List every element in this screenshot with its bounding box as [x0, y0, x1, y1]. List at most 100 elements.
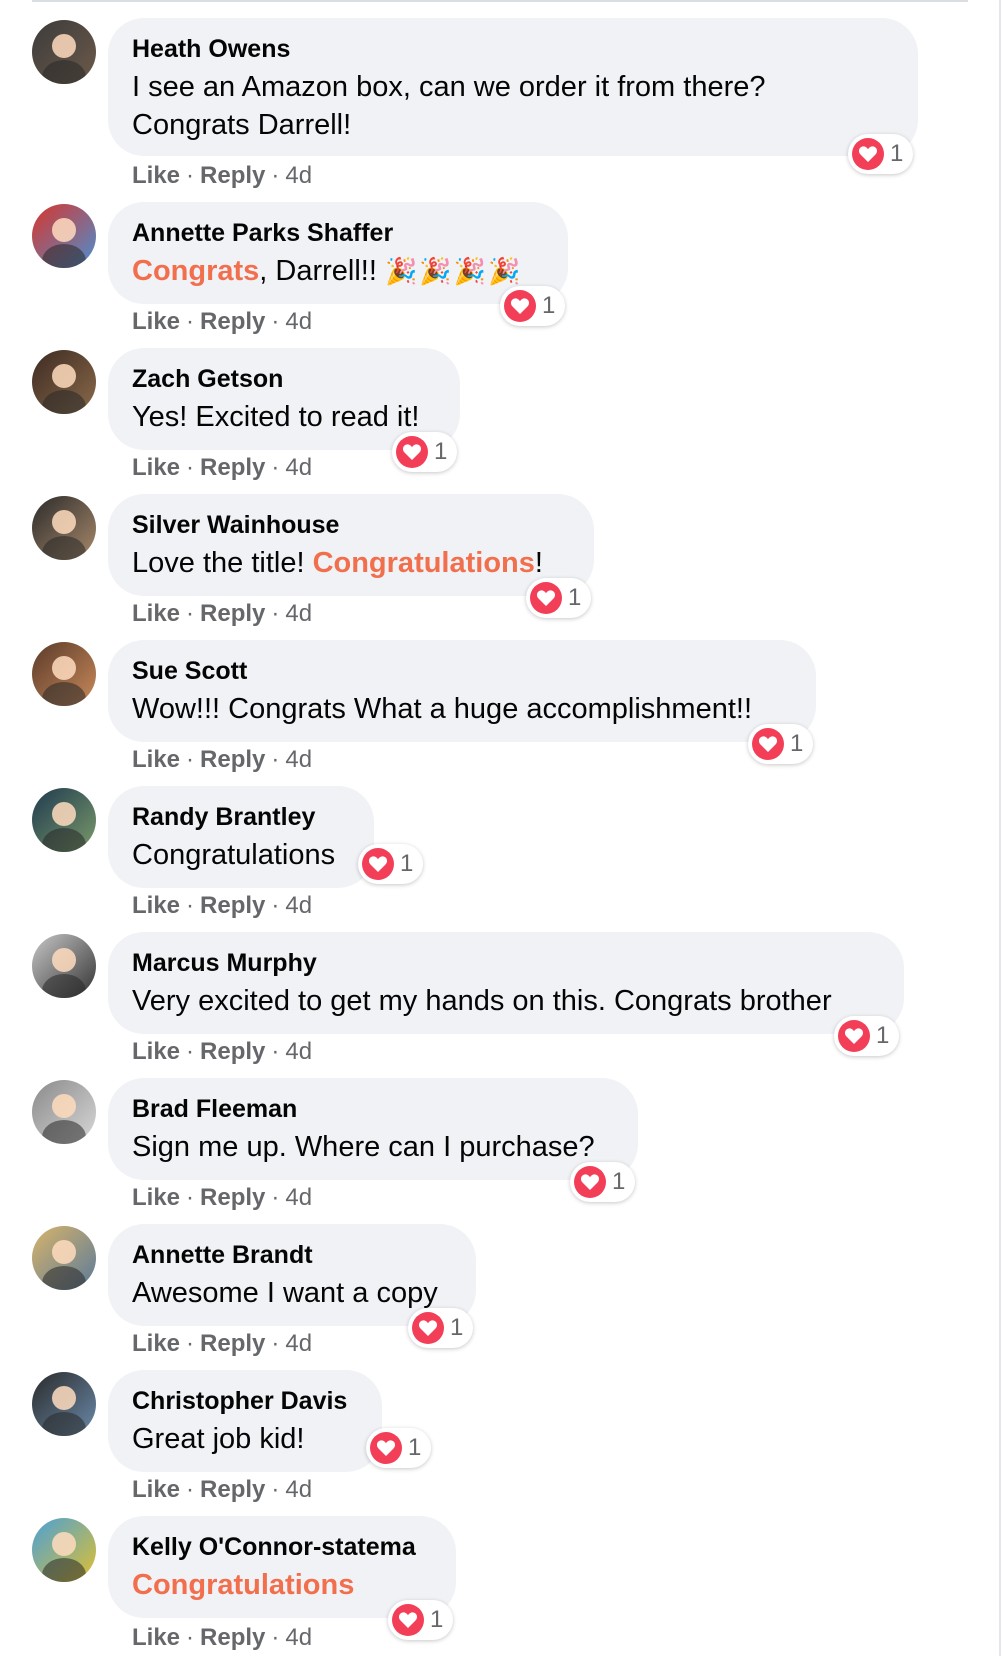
avatar[interactable] — [32, 20, 96, 84]
like-link[interactable]: Like — [132, 454, 180, 481]
reaction-count: 1 — [450, 1314, 464, 1341]
reaction-badge[interactable]: 1 — [526, 578, 592, 618]
comment-author[interactable]: Annette Brandt — [132, 1240, 452, 1270]
comment-text: I see an Amazon box, can we order it fro… — [132, 71, 766, 141]
reaction-badge[interactable]: 1 — [500, 286, 566, 326]
reply-link[interactable]: Reply — [200, 1038, 265, 1065]
avatar[interactable] — [32, 1518, 96, 1582]
comment-actions: Like · Reply · 4d — [132, 1330, 313, 1357]
reply-link[interactable]: Reply — [200, 600, 265, 627]
like-link[interactable]: Like — [132, 1038, 180, 1065]
avatar[interactable] — [32, 1080, 96, 1144]
comment-author[interactable]: Marcus Murphy — [132, 948, 880, 978]
comment-author[interactable]: Brad Fleeman — [132, 1094, 614, 1124]
comment-actions: Like · Reply · 4d — [132, 600, 313, 627]
comment-actions: Like · Reply · 4d — [132, 162, 313, 189]
comment-author[interactable]: Christopher Davis — [132, 1386, 358, 1416]
comment-time[interactable]: 4d — [285, 162, 312, 189]
reply-link[interactable]: Reply — [200, 1184, 265, 1211]
like-link[interactable]: Like — [132, 892, 180, 919]
reply-link[interactable]: Reply — [200, 892, 265, 919]
heart-icon — [752, 728, 784, 760]
heart-icon — [370, 1432, 402, 1464]
comment-time[interactable]: 4d — [285, 308, 312, 335]
reaction-badge[interactable]: 1 — [570, 1162, 636, 1202]
like-link[interactable]: Like — [132, 600, 180, 627]
reply-link[interactable]: Reply — [200, 162, 265, 189]
heart-icon — [362, 848, 394, 880]
like-link[interactable]: Like — [132, 1184, 180, 1211]
comment-author[interactable]: Sue Scott — [132, 656, 792, 686]
comment-time[interactable]: 4d — [285, 600, 312, 627]
like-link[interactable]: Like — [132, 1476, 180, 1503]
reply-link[interactable]: Reply — [200, 1330, 265, 1357]
reaction-count: 1 — [612, 1168, 626, 1195]
comment-bubble: Silver Wainhouse Love the title! Congrat… — [108, 494, 594, 596]
comment-time[interactable]: 4d — [285, 1038, 312, 1065]
reply-link[interactable]: Reply — [200, 1624, 265, 1651]
reaction-badge[interactable]: 1 — [848, 134, 914, 174]
reaction-count: 1 — [568, 584, 582, 611]
avatar[interactable] — [32, 642, 96, 706]
highlighted-word[interactable]: Congratulations — [132, 1569, 354, 1601]
like-link[interactable]: Like — [132, 308, 180, 335]
comment-time[interactable]: 4d — [285, 1476, 312, 1503]
comment-bubble: Heath Owens I see an Amazon box, can we … — [108, 18, 918, 156]
heart-icon — [530, 582, 562, 614]
like-link[interactable]: Like — [132, 1624, 180, 1651]
comment-author[interactable]: Heath Owens — [132, 34, 894, 64]
comment-actions: Like · Reply · 4d — [132, 308, 313, 335]
comment-author[interactable]: Randy Brantley — [132, 802, 350, 832]
heart-icon — [504, 290, 536, 322]
avatar[interactable] — [32, 1372, 96, 1436]
comment-author[interactable]: Kelly O'Connor-statema — [132, 1532, 432, 1562]
reaction-badge[interactable]: 1 — [834, 1016, 900, 1056]
avatar[interactable] — [32, 204, 96, 268]
comment-time[interactable]: 4d — [285, 1624, 312, 1651]
avatar[interactable] — [32, 350, 96, 414]
comment-author[interactable]: Annette Parks Shaffer — [132, 218, 544, 248]
avatar[interactable] — [32, 1226, 96, 1290]
comment-text: Awesome I want a copy — [132, 1277, 438, 1309]
comment-text: Congratulations — [132, 839, 336, 871]
reaction-badge[interactable]: 1 — [388, 1600, 454, 1640]
avatar[interactable] — [32, 934, 96, 998]
comment-text: Yes! Excited to read it! — [132, 401, 420, 433]
like-link[interactable]: Like — [132, 1330, 180, 1357]
comment-actions: Like · Reply · 4d — [132, 454, 313, 481]
comment-time[interactable]: 4d — [285, 892, 312, 919]
reaction-count: 1 — [790, 730, 804, 757]
highlighted-word[interactable]: Congratulations — [313, 547, 535, 579]
right-scroll-edge — [999, 0, 1001, 1656]
comment-text: Congrats, Darrell!! 🎉🎉🎉🎉 — [132, 255, 523, 287]
reaction-badge[interactable]: 1 — [408, 1308, 474, 1348]
comment-time[interactable]: 4d — [285, 1184, 312, 1211]
reaction-count: 1 — [434, 438, 448, 465]
reply-link[interactable]: Reply — [200, 746, 265, 773]
reaction-badge[interactable]: 1 — [366, 1428, 432, 1468]
comment-actions: Like · Reply · 4d — [132, 1624, 313, 1651]
reaction-badge[interactable]: 1 — [748, 724, 814, 764]
like-link[interactable]: Like — [132, 746, 180, 773]
avatar[interactable] — [32, 496, 96, 560]
reply-link[interactable]: Reply — [200, 1476, 265, 1503]
comment-text: Very excited to get my hands on this. Co… — [132, 985, 832, 1017]
comment-author[interactable]: Silver Wainhouse — [132, 510, 570, 540]
reaction-count: 1 — [890, 140, 904, 167]
comment-time[interactable]: 4d — [285, 454, 312, 481]
reaction-count: 1 — [876, 1022, 890, 1049]
reply-link[interactable]: Reply — [200, 454, 265, 481]
reaction-badge[interactable]: 1 — [358, 844, 424, 884]
highlighted-word[interactable]: Congrats — [132, 255, 259, 287]
heart-icon — [574, 1166, 606, 1198]
comment-time[interactable]: 4d — [285, 746, 312, 773]
comment-time[interactable]: 4d — [285, 1330, 312, 1357]
comment-author[interactable]: Zach Getson — [132, 364, 436, 394]
avatar[interactable] — [32, 788, 96, 852]
reaction-badge[interactable]: 1 — [392, 432, 458, 472]
reaction-count: 1 — [408, 1434, 422, 1461]
reply-link[interactable]: Reply — [200, 308, 265, 335]
comment-actions: Like · Reply · 4d — [132, 1476, 313, 1503]
reaction-count: 1 — [542, 292, 556, 319]
like-link[interactable]: Like — [132, 162, 180, 189]
